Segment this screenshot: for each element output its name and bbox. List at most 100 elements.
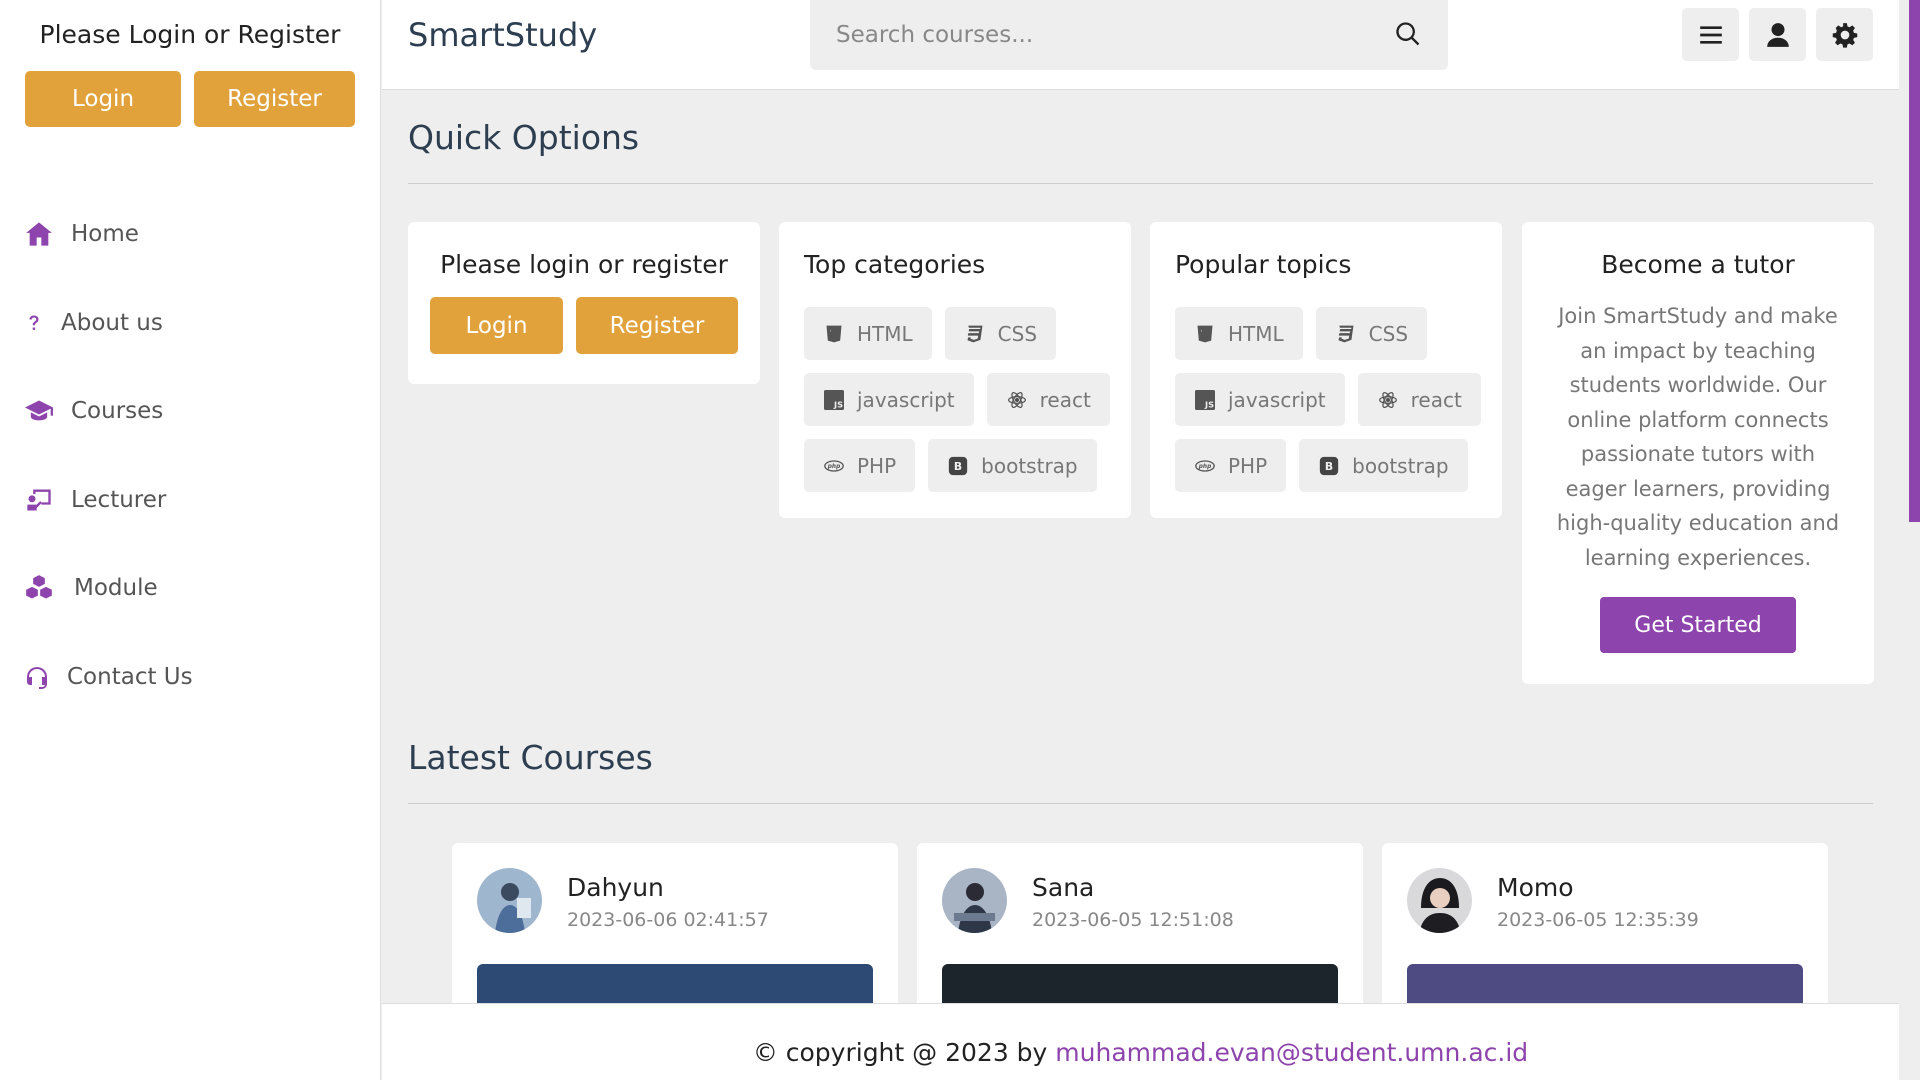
html5-icon	[823, 323, 845, 345]
tag-label: HTML	[857, 321, 913, 346]
chalkboard-teacher-icon	[25, 486, 53, 514]
tag-bootstrap[interactable]: B bootstrap	[1299, 439, 1468, 492]
copyright-text: © copyright @ 2023 by	[752, 1038, 1056, 1067]
register-button[interactable]: Register	[576, 297, 738, 354]
cubes-icon	[25, 574, 53, 602]
avatar	[942, 868, 1007, 933]
course-author: Sana	[1032, 873, 1095, 902]
tag-html[interactable]: HTML	[804, 307, 932, 360]
javascript-icon: JS	[823, 389, 845, 411]
sidebar-item-about[interactable]: About us	[25, 279, 193, 368]
scrollbar-thumb[interactable]	[1899, 0, 1920, 522]
tag-label: PHP	[857, 453, 897, 478]
tag-react[interactable]: react	[986, 373, 1110, 426]
user-button[interactable]	[1749, 8, 1806, 61]
sidebar-auth-buttons: Login Register	[25, 71, 380, 127]
gear-icon	[1832, 22, 1857, 48]
tag-label: PHP	[1228, 453, 1268, 478]
sidebar-item-module[interactable]: Module	[25, 544, 193, 633]
sidebar-item-label: Module	[74, 575, 158, 602]
svg-text:B: B	[1325, 460, 1333, 473]
top-categories-box: Top categories HTML CSS JS javascript re…	[779, 222, 1131, 518]
tag-label: react	[1039, 387, 1091, 412]
search-icon[interactable]	[1394, 20, 1422, 48]
svg-text:php: php	[827, 464, 841, 470]
svg-text:php: php	[1198, 464, 1212, 470]
svg-text:JS: JS	[1204, 399, 1214, 409]
question-icon	[25, 309, 43, 337]
course-author: Momo	[1497, 873, 1574, 902]
become-tutor-title: Become a tutor	[1601, 250, 1795, 279]
tag-bootstrap[interactable]: B bootstrap	[928, 439, 1097, 492]
javascript-icon: JS	[1194, 389, 1216, 411]
graduation-cap-icon	[25, 397, 53, 425]
html5-icon	[1194, 323, 1216, 345]
headset-icon	[25, 663, 49, 691]
search-input[interactable]	[810, 0, 1370, 70]
popular-topics-box: Popular topics HTML CSS JS javascript re…	[1150, 222, 1502, 518]
sidebar-item-contact[interactable]: Contact Us	[25, 633, 193, 722]
tag-label: CSS	[1368, 321, 1409, 346]
tag-label: bootstrap	[1352, 453, 1449, 478]
footer-email-link[interactable]: muhammad.evan@student.umn.ac.id	[1055, 1038, 1528, 1067]
tag-php[interactable]: php PHP	[1175, 439, 1287, 492]
sidebar-register-button[interactable]: Register	[194, 71, 355, 127]
tag-html[interactable]: HTML	[1175, 307, 1303, 360]
course-date: 2023-06-06 02:41:57	[567, 909, 769, 931]
user-icon	[1766, 22, 1789, 47]
get-started-button[interactable]: Get Started	[1600, 597, 1796, 653]
tag-javascript[interactable]: JS javascript	[804, 373, 974, 426]
react-icon	[1006, 389, 1028, 411]
top-categories-title: Top categories	[804, 250, 986, 279]
menu-icon	[1699, 25, 1722, 44]
footer: © copyright @ 2023 by muhammad.evan@stud…	[382, 1003, 1899, 1080]
tag-label: bootstrap	[981, 453, 1078, 478]
search-bar	[810, 0, 1448, 70]
sidebar-item-label: About us	[61, 309, 163, 336]
css3-icon	[964, 323, 986, 345]
sidebar-item-lecturer[interactable]: Lecturer	[25, 456, 193, 545]
tag-label: javascript	[1228, 387, 1326, 412]
avatar	[477, 868, 542, 933]
sidebar-item-label: Contact Us	[67, 663, 193, 690]
latest-courses-divider	[408, 803, 1873, 804]
css3-icon	[1335, 323, 1357, 345]
settings-button[interactable]	[1816, 8, 1873, 61]
become-tutor-text: Join SmartStudy and make an impact by te…	[1556, 304, 1840, 570]
sidebar-item-label: Lecturer	[71, 486, 167, 513]
tag-label: react	[1410, 387, 1462, 412]
bootstrap-icon: B	[947, 455, 969, 477]
tag-css[interactable]: CSS	[1315, 307, 1428, 360]
sidebar: Please Login or Register Login Register …	[0, 0, 381, 1080]
scrollbar-track[interactable]	[1899, 0, 1920, 1080]
svg-text:JS: JS	[833, 399, 843, 409]
sidebar-item-courses[interactable]: Courses	[25, 367, 193, 456]
sidebar-login-button[interactable]: Login	[25, 71, 181, 127]
brand-logo-text[interactable]: SmartStudy	[408, 16, 597, 54]
php-icon: php	[1194, 455, 1216, 477]
bootstrap-icon: B	[1318, 455, 1340, 477]
tag-css[interactable]: CSS	[944, 307, 1057, 360]
tag-label: HTML	[1228, 321, 1284, 346]
quick-options-divider	[408, 183, 1873, 184]
menu-button[interactable]	[1682, 8, 1739, 61]
sidebar-item-home[interactable]: Home	[25, 190, 193, 279]
course-date: 2023-06-05 12:51:08	[1032, 909, 1234, 931]
become-tutor-box: Become a tutor Join SmartStudy and make …	[1522, 222, 1874, 684]
home-icon	[25, 220, 53, 248]
course-author: Dahyun	[567, 873, 664, 902]
sidebar-item-label: Courses	[71, 398, 164, 425]
sidebar-item-label: Home	[71, 221, 139, 248]
svg-text:B: B	[954, 460, 962, 473]
quick-options-title: Quick Options	[408, 118, 640, 157]
top-header: SmartStudy	[382, 0, 1899, 90]
sidebar-nav: Home About us Courses Lecturer Module Co…	[25, 190, 193, 721]
login-box-title: Please login or register	[440, 250, 728, 279]
course-date: 2023-06-05 12:35:39	[1497, 909, 1699, 931]
latest-courses-title: Latest Courses	[408, 738, 653, 777]
tag-php[interactable]: php PHP	[804, 439, 916, 492]
tag-react[interactable]: react	[1357, 373, 1481, 426]
tag-javascript[interactable]: JS javascript	[1175, 373, 1345, 426]
avatar	[1407, 868, 1472, 933]
login-button[interactable]: Login	[430, 297, 563, 354]
